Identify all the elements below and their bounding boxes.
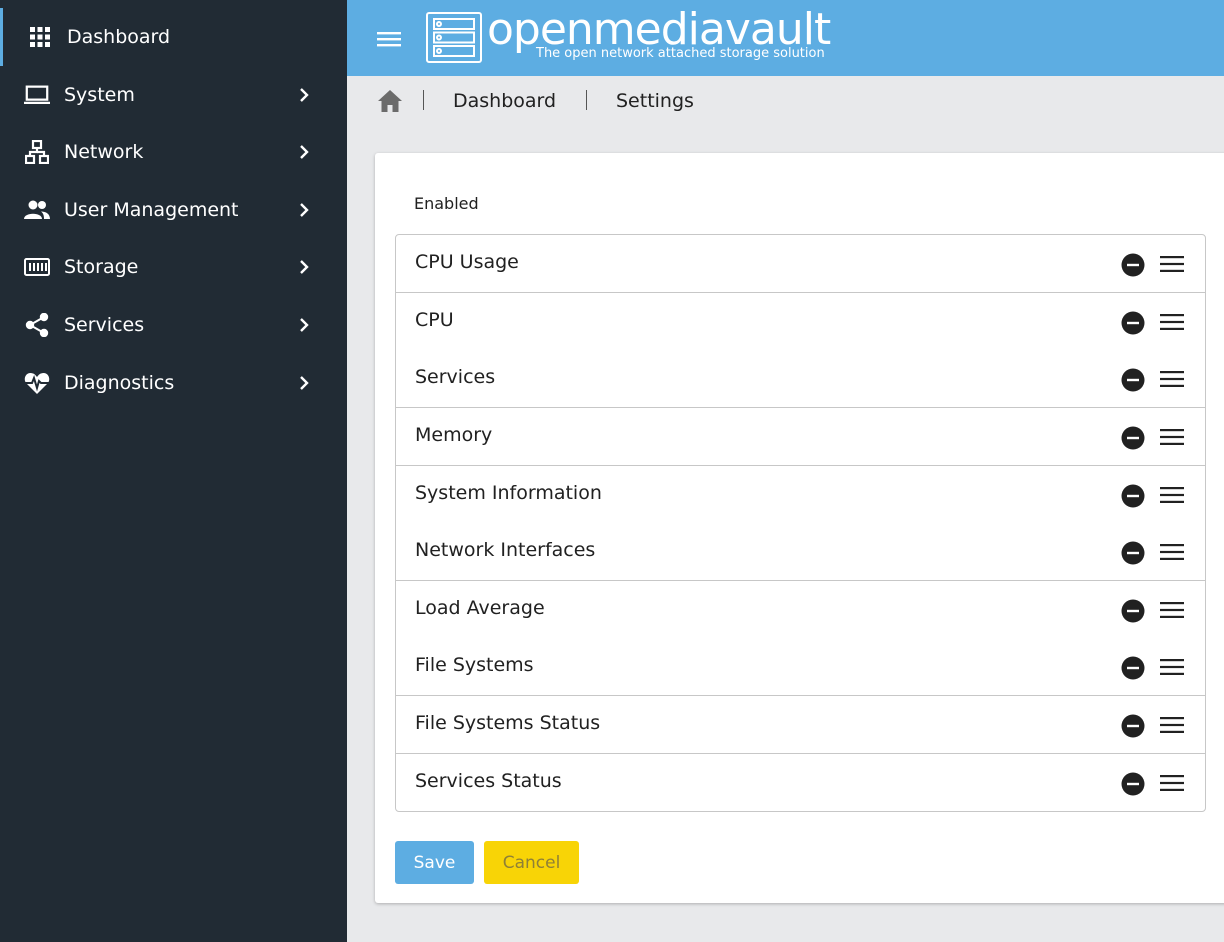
server-logo-icon <box>426 12 482 63</box>
remove-circle-icon[interactable] <box>1121 253 1145 277</box>
sidebar-item-system[interactable]: System <box>0 66 347 124</box>
users-icon <box>24 197 50 223</box>
breadcrumb-separator <box>423 90 424 110</box>
sidebar-item-dashboard[interactable]: Dashboard <box>0 8 347 66</box>
remove-circle-icon[interactable] <box>1121 772 1145 796</box>
settings-card: Enabled CPU Usage CPU Services Memory Sy… <box>375 153 1224 903</box>
top-bar: openmediavault The open network attached… <box>347 0 1224 76</box>
remove-circle-icon[interactable] <box>1121 714 1145 738</box>
remove-circle-icon[interactable] <box>1121 311 1145 335</box>
save-button[interactable]: Save <box>395 841 474 884</box>
storage-icon <box>24 254 50 280</box>
sidebar-item-services[interactable]: Services <box>0 296 347 354</box>
list-item[interactable]: File Systems <box>396 638 1205 696</box>
sidebar-item-label: User Management <box>64 199 239 221</box>
remove-circle-icon[interactable] <box>1121 656 1145 680</box>
list-item[interactable]: Load Average <box>396 581 1205 639</box>
widget-label: CPU Usage <box>415 251 519 273</box>
drag-handle-icon[interactable] <box>1160 427 1184 447</box>
sidebar-item-diagnostics[interactable]: Diagnostics <box>0 354 347 412</box>
drag-handle-icon[interactable] <box>1160 542 1184 562</box>
sidebar-item-label: Storage <box>64 256 139 278</box>
chevron-right-icon <box>294 315 314 335</box>
chevron-right-icon <box>294 85 314 105</box>
list-item[interactable]: CPU Usage <box>396 235 1205 293</box>
sidebar-item-label: Network <box>64 141 144 163</box>
widget-label: File Systems <box>415 654 534 676</box>
remove-circle-icon[interactable] <box>1121 484 1145 508</box>
sidebar-item-storage[interactable]: Storage <box>0 238 347 296</box>
laptop-icon <box>24 82 50 108</box>
breadcrumb: Dashboard Settings <box>347 76 1224 126</box>
list-item[interactable]: Network Interfaces <box>396 523 1205 581</box>
list-item[interactable]: Memory <box>396 408 1205 466</box>
list-item[interactable]: Services Status <box>396 754 1205 812</box>
widget-label: Services <box>415 366 496 388</box>
list-item[interactable]: Services <box>396 350 1205 408</box>
menu-icon[interactable] <box>375 25 403 53</box>
list-item[interactable]: System Information <box>396 466 1205 524</box>
chevron-right-icon <box>294 373 314 393</box>
drag-handle-icon[interactable] <box>1160 369 1184 389</box>
chevron-right-icon <box>294 257 314 277</box>
sidebar-item-label: Services <box>64 314 145 336</box>
widget-label: CPU <box>415 309 454 331</box>
sidebar-item-network[interactable]: Network <box>0 123 347 181</box>
sidebar-item-label: Dashboard <box>67 26 171 48</box>
drag-handle-icon[interactable] <box>1160 485 1184 505</box>
widget-label: Load Average <box>415 597 545 619</box>
breadcrumb-settings[interactable]: Settings <box>616 90 694 112</box>
sidebar-item-label: Diagnostics <box>64 372 175 394</box>
remove-circle-icon[interactable] <box>1121 541 1145 565</box>
remove-circle-icon[interactable] <box>1121 599 1145 623</box>
drag-handle-icon[interactable] <box>1160 312 1184 332</box>
drag-handle-icon[interactable] <box>1160 600 1184 620</box>
chevron-right-icon <box>294 142 314 162</box>
breadcrumb-dashboard[interactable]: Dashboard <box>453 90 556 112</box>
network-icon <box>24 139 50 165</box>
widget-label: File Systems Status <box>415 712 601 734</box>
chevron-right-icon <box>294 200 314 220</box>
remove-circle-icon[interactable] <box>1121 368 1145 392</box>
list-item[interactable]: File Systems Status <box>396 696 1205 754</box>
drag-handle-icon[interactable] <box>1160 773 1184 793</box>
cancel-button[interactable]: Cancel <box>484 841 579 884</box>
widget-label: Services Status <box>415 770 562 792</box>
heart-pulse-icon <box>24 370 50 396</box>
widget-label: Network Interfaces <box>415 539 596 561</box>
apps-grid-icon <box>27 24 53 50</box>
drag-handle-icon[interactable] <box>1160 715 1184 735</box>
remove-circle-icon[interactable] <box>1121 426 1145 450</box>
logo-subtitle: The open network attached storage soluti… <box>536 46 825 61</box>
drag-handle-icon[interactable] <box>1160 254 1184 274</box>
widget-label: System Information <box>415 482 602 504</box>
enabled-label: Enabled <box>414 194 479 213</box>
share-icon <box>24 312 50 338</box>
breadcrumb-separator <box>586 90 587 110</box>
list-item[interactable]: CPU <box>396 293 1205 351</box>
sidebar-item-label: System <box>64 84 135 106</box>
enabled-widgets-list: CPU Usage CPU Services Memory System Inf… <box>395 234 1206 812</box>
sidebar-item-user-management[interactable]: User Management <box>0 181 347 239</box>
drag-handle-icon[interactable] <box>1160 657 1184 677</box>
home-icon[interactable] <box>377 89 403 113</box>
widget-label: Memory <box>415 424 493 446</box>
sidebar: Dashboard System Network User Management… <box>0 0 347 942</box>
